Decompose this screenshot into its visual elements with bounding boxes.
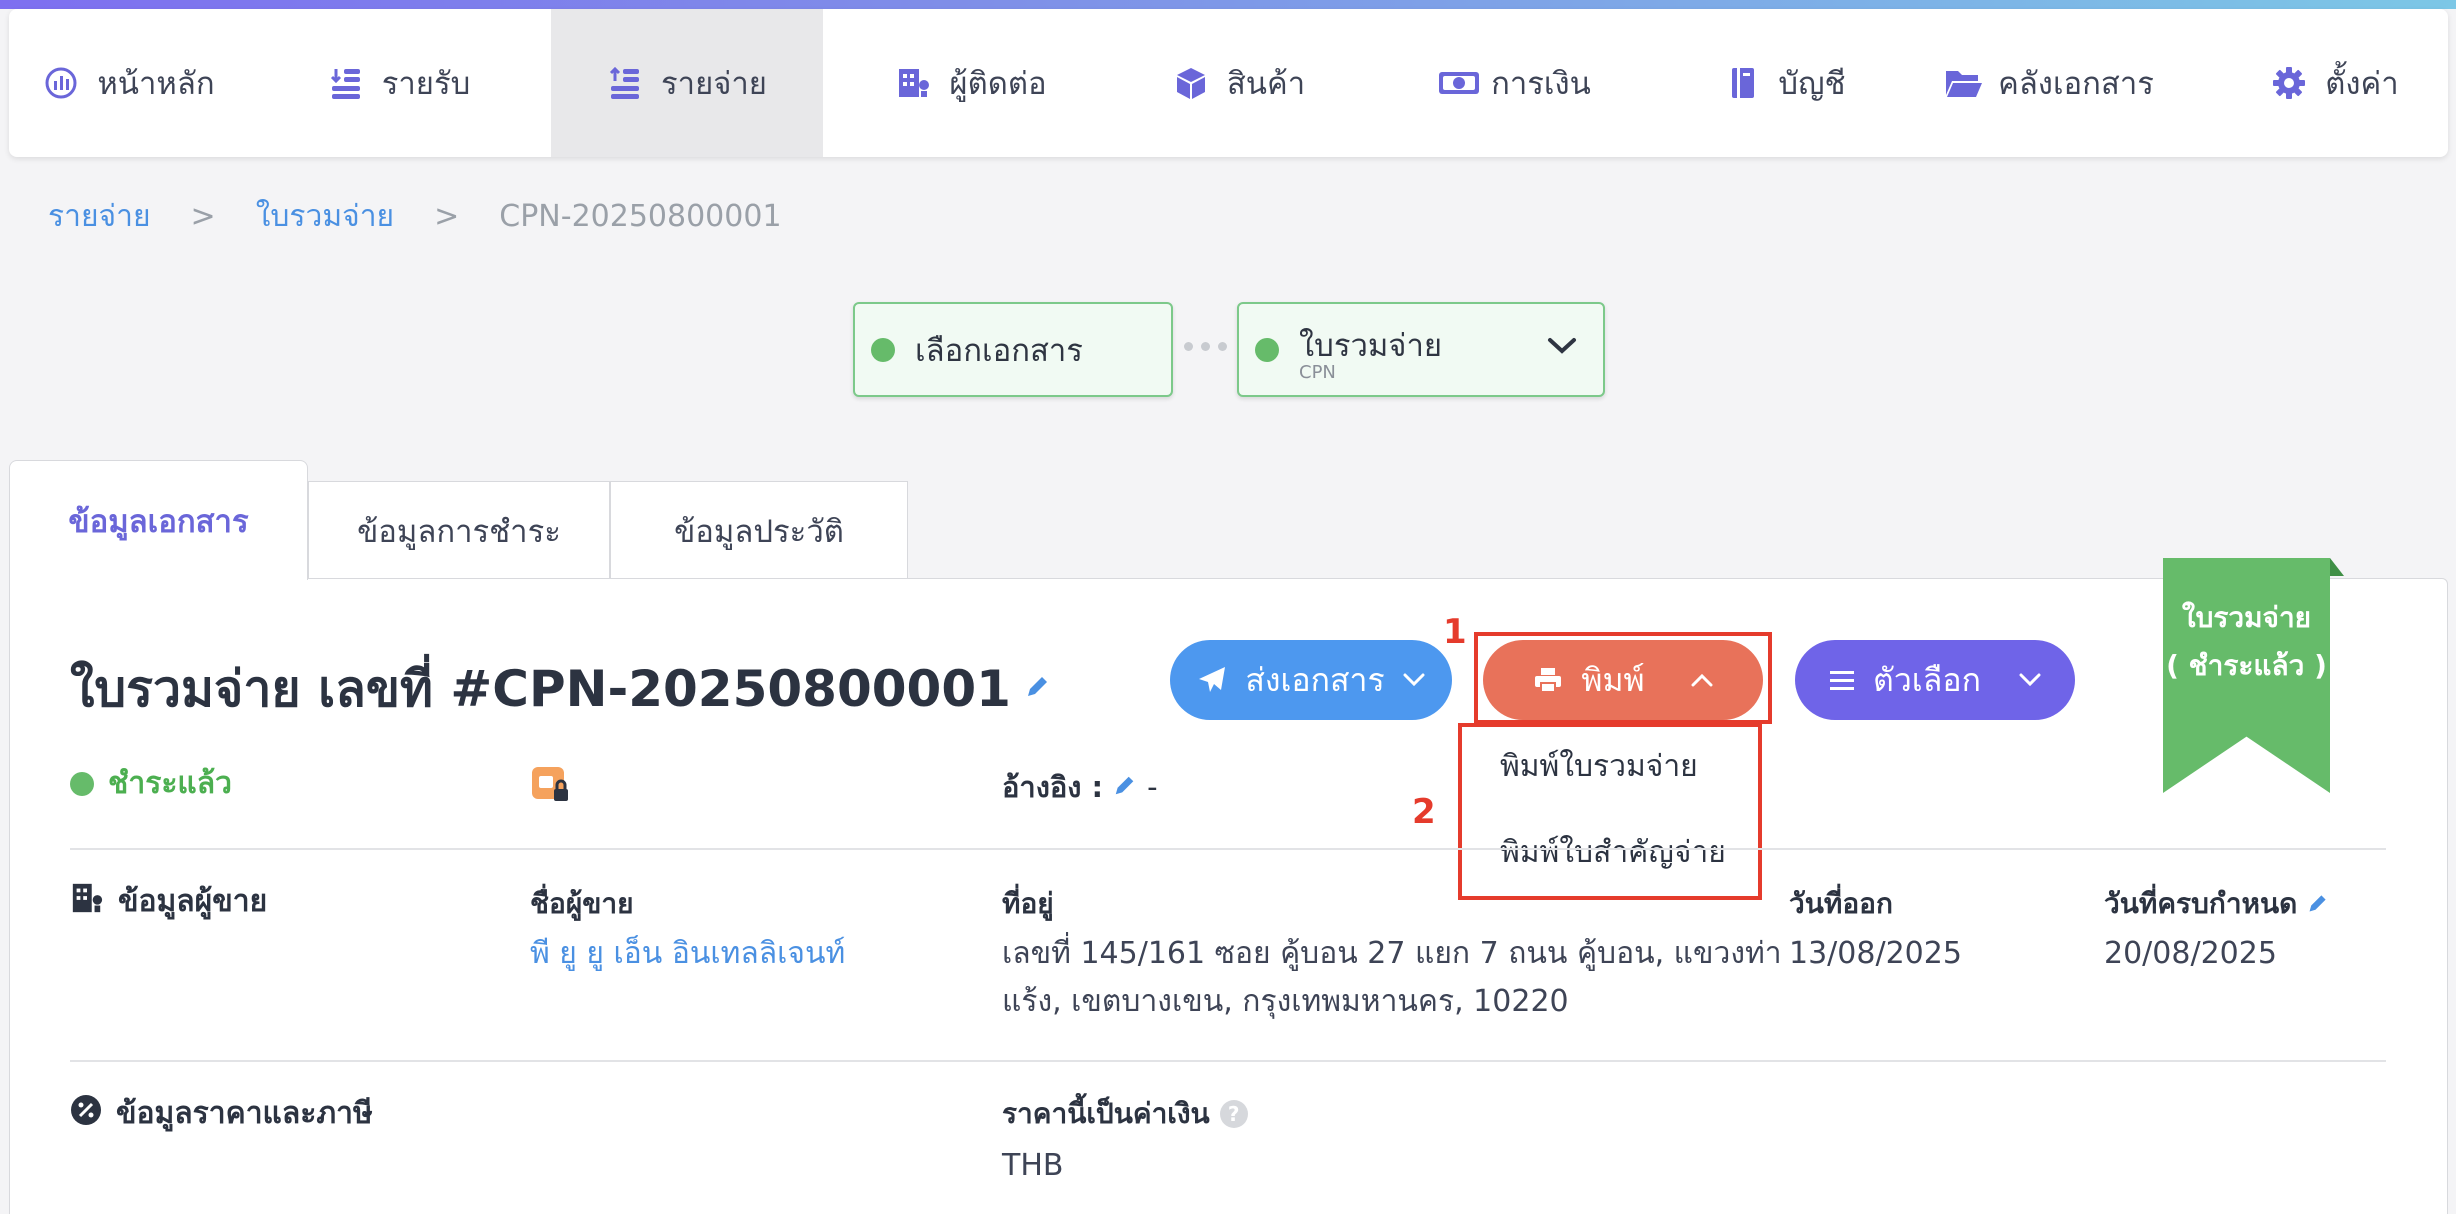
percent-badge-icon (70, 1094, 102, 1134)
contacts-icon (895, 65, 933, 101)
highlight-box-print-menu (1458, 723, 1762, 900)
reference-field: อ้างอิง : - (1002, 764, 1158, 810)
locked-document-icon (530, 765, 572, 811)
annotation-number-2: 2 (1412, 792, 1436, 832)
edit-pencil-icon[interactable] (2307, 888, 2329, 921)
currency-label-text: ราคานี้เป็นค่าเงิน (1002, 1097, 1210, 1130)
tab-payment-info[interactable]: ข้อมูลการชำระ (308, 481, 610, 579)
step-label: ใบรวมจ่าย (1299, 327, 1443, 364)
ribbon-line1: ใบรวมจ่าย (2181, 601, 2312, 634)
tab-label: ข้อมูลประวัติ (674, 513, 844, 550)
breadcrumb-separator: > (434, 198, 460, 234)
tab-label: ข้อมูลการชำระ (357, 513, 561, 550)
options-button[interactable]: ตัวเลือก (1795, 640, 2075, 720)
currency-label: ราคานี้เป็นค่าเงิน ? (1002, 1092, 1248, 1136)
nav-item-contacts[interactable]: ผู้ติดต่อ (871, 9, 1071, 157)
product-box-icon (1173, 65, 1211, 101)
chevron-down-icon[interactable] (1547, 336, 1577, 360)
gear-icon (2271, 65, 2309, 101)
breadcrumb: รายจ่าย > ใบรวมจ่าย > CPN-20250800001 (48, 196, 782, 236)
ledger-book-icon (1724, 65, 1762, 101)
dashboard-icon (43, 65, 81, 101)
tab-history-info[interactable]: ข้อมูลประวัติ (610, 481, 908, 579)
building-icon (70, 881, 104, 923)
ribbon-line2: ( ชำระแล้ว ) (2166, 649, 2327, 682)
step-select-document[interactable]: เลือกเอกสาร (853, 302, 1173, 397)
address-line2: แร้ง, เขตบางเขน, กรุงเทพมหานคร, 10220 (1002, 984, 1569, 1019)
nav-item-income[interactable]: รายรับ (309, 9, 489, 157)
due-date-label: วันที่ครบกำหนด (2104, 882, 2329, 926)
reference-label: อ้างอิง : (1002, 770, 1104, 804)
nav-item-documents[interactable]: คลังเอกสาร (1929, 9, 2169, 157)
issue-date-value: 13/08/2025 (1789, 936, 1962, 971)
breadcrumb-separator: > (190, 198, 216, 234)
vendor-name-link[interactable]: พี ยู ยู เอ็น อินเทลลิเจนท์ (530, 930, 845, 978)
nav-label: สินค้า (1226, 66, 1306, 102)
step-status-dot (1255, 337, 1279, 362)
breadcrumb-current: CPN-20250800001 (499, 198, 782, 234)
address-line1: เลขที่ 145/161 ซอย คู้บอน 27 แยก 7 ถนน ค… (1002, 936, 1782, 971)
edit-pencil-icon[interactable] (1113, 771, 1137, 804)
vendor-name-label: ชื่อผู้ขาย (530, 887, 634, 920)
step-connector (1184, 342, 1227, 351)
step-combined-payment[interactable]: ใบรวมจ่าย CPN (1237, 302, 1605, 397)
vendor-section-title: ข้อมูลผู้ขาย (70, 878, 267, 925)
nav-label: หน้าหลัก (97, 66, 215, 102)
section-title-text: ข้อมูลราคาและภาษี (116, 1096, 373, 1131)
nav-label: การเงิน (1491, 66, 1591, 102)
address-label: ที่อยู่ (1002, 887, 1054, 920)
nav-item-products[interactable]: สินค้า (1159, 9, 1319, 157)
paper-plane-icon (1197, 665, 1227, 695)
hamburger-menu-icon (1829, 669, 1855, 691)
annotation-number-1: 1 (1443, 612, 1467, 652)
nav-item-home[interactable]: หน้าหลัก (9, 9, 249, 157)
nav-label: บัญชี (1778, 66, 1846, 102)
main-nav: หน้าหลัก รายรับ รายจ่าย ผู้ติดต่อ สินค้า… (9, 9, 2448, 157)
ribbon-fold (2330, 558, 2344, 576)
nav-item-settings[interactable]: ตั้งค่า (2245, 9, 2425, 157)
step-sublabel: CPN (1299, 361, 1336, 383)
send-document-button[interactable]: ส่งเอกสาร (1170, 640, 1452, 720)
chevron-down-icon (2019, 673, 2041, 687)
money-icon (1437, 65, 1480, 101)
send-label: ส่งเอกสาร (1245, 660, 1385, 699)
due-date-label-text: วันที่ครบกำหนด (2104, 887, 2298, 920)
document-title: ใบรวมจ่าย เลขที่ #CPN-20250800001 (70, 650, 1051, 729)
tab-document-info[interactable]: ข้อมูลเอกสาร (9, 460, 308, 580)
status-text: ชำระแล้ว (108, 766, 232, 801)
due-date-value: 20/08/2025 (2104, 936, 2277, 971)
nav-label: คลังเอกสาร (1998, 66, 2154, 102)
issue-date-label: วันที่ออก (1789, 887, 1893, 920)
section-title-text: ข้อมูลผู้ขาย (118, 884, 268, 919)
nav-label: ตั้งค่า (2325, 66, 2399, 102)
options-label: ตัวเลือก (1873, 660, 1981, 699)
step-status-dot (871, 337, 895, 362)
top-accent-strip (0, 0, 2456, 9)
breadcrumb-link-combined-payment[interactable]: ใบรวมจ่าย (256, 193, 394, 240)
folder-icon (1944, 65, 1983, 101)
nav-item-finance[interactable]: การเงิน (1414, 9, 1614, 157)
nav-item-expense[interactable]: รายจ่าย (551, 9, 823, 157)
chevron-down-icon (1403, 673, 1425, 687)
edit-pencil-icon[interactable] (1025, 673, 1051, 706)
help-question-icon[interactable]: ? (1219, 1100, 1248, 1128)
pricing-section-title: ข้อมูลราคาและภาษี (70, 1090, 373, 1137)
income-icon (328, 65, 366, 101)
nav-label: รายจ่าย (661, 66, 767, 102)
nav-label: ผู้ติดต่อ (949, 66, 1047, 102)
nav-label: รายรับ (381, 66, 471, 102)
currency-value: THB (1002, 1148, 1064, 1183)
status-dot (70, 771, 94, 796)
highlight-box-print-button (1474, 632, 1772, 724)
divider (70, 848, 2386, 850)
tab-label: ข้อมูลเอกสาร (68, 503, 249, 540)
breadcrumb-link-expense[interactable]: รายจ่าย (48, 193, 151, 240)
expense-icon (607, 65, 645, 101)
document-title-text: ใบรวมจ่าย เลขที่ #CPN-20250800001 (70, 660, 1011, 718)
status-badge: ชำระแล้ว (70, 760, 232, 807)
step-label: เลือกเอกสาร (915, 332, 1083, 369)
divider (70, 1060, 2386, 1062)
reference-value: - (1147, 770, 1158, 804)
nav-item-accounting[interactable]: บัญชี (1705, 9, 1865, 157)
